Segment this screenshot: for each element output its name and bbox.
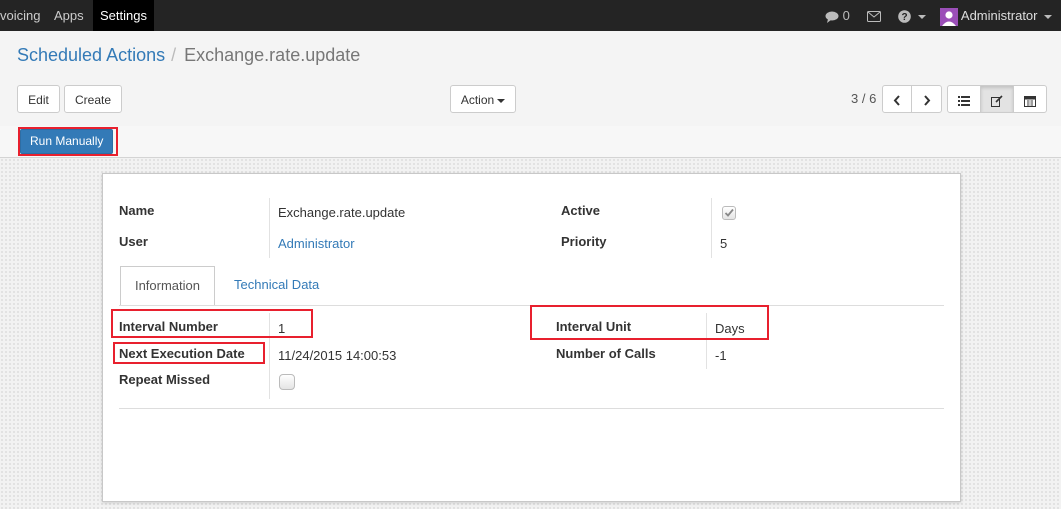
- priority-label: Priority: [561, 234, 607, 249]
- top-menu-bar: voicing Apps Settings 0 ? Administrator: [0, 0, 1061, 31]
- number-of-calls-label: Number of Calls: [556, 346, 656, 361]
- form-view-button[interactable]: [980, 85, 1014, 113]
- list-icon: [958, 93, 970, 107]
- tab-information[interactable]: Information: [120, 266, 215, 306]
- breadcrumb-scheduled-actions[interactable]: Scheduled Actions: [17, 45, 165, 65]
- tab-technical-data[interactable]: Technical Data: [234, 266, 319, 306]
- chevron-left-icon: [893, 93, 901, 107]
- section-divider: [119, 408, 944, 409]
- svg-text:?: ?: [901, 12, 907, 23]
- chevron-down-icon: [917, 14, 926, 19]
- help-menu[interactable]: ?: [898, 0, 926, 31]
- edit-button[interactable]: Edit: [17, 85, 60, 113]
- next-execution-date-value: 11/24/2015 14:00:53: [278, 348, 397, 363]
- menu-item-settings[interactable]: Settings: [93, 0, 154, 31]
- mail-icon[interactable]: [867, 0, 881, 31]
- action-dropdown[interactable]: Action: [450, 85, 516, 113]
- highlight-next-execution-date: [113, 342, 265, 364]
- menu-item-apps[interactable]: Apps: [54, 0, 84, 31]
- breadcrumb: Scheduled Actions / Exchange.rate.update: [17, 45, 360, 66]
- chevron-down-icon: [497, 98, 506, 103]
- number-of-calls-value: -1: [715, 348, 727, 363]
- messages-count: 0: [842, 8, 850, 23]
- priority-value: 5: [720, 236, 728, 251]
- chat-icon: [825, 8, 843, 23]
- menu-item-invoicing[interactable]: voicing: [0, 0, 40, 31]
- list-view-button[interactable]: [947, 85, 981, 113]
- field-divider: [269, 198, 270, 258]
- pager-previous-button[interactable]: [882, 85, 912, 113]
- status-bar: Run Manually: [0, 126, 1061, 158]
- action-label: Action: [460, 93, 495, 107]
- name-value: Exchange.rate.update: [278, 205, 406, 220]
- user-name: Administrator: [960, 8, 1038, 23]
- calendar-view-button[interactable]: [1013, 85, 1047, 113]
- field-divider: [711, 198, 712, 258]
- pager-next-button[interactable]: [911, 85, 942, 113]
- edit-icon: [991, 93, 1003, 107]
- messages-button[interactable]: 0: [825, 0, 850, 31]
- chevron-right-icon: [923, 93, 931, 107]
- user-label: User: [119, 234, 148, 249]
- highlight-run-manually: [18, 127, 118, 156]
- user-value[interactable]: Administrator: [278, 236, 355, 251]
- breadcrumb-current: Exchange.rate.update: [184, 45, 361, 65]
- create-button[interactable]: Create: [64, 85, 122, 113]
- avatar: [940, 7, 961, 26]
- active-label: Active: [561, 203, 601, 218]
- user-menu[interactable]: Administrator: [940, 0, 1053, 31]
- highlight-interval-unit: [530, 305, 769, 340]
- repeat-missed-checkbox[interactable]: [279, 374, 295, 390]
- control-panel: Scheduled Actions / Exchange.rate.update E…: [0, 31, 1061, 127]
- highlight-interval-number: [111, 309, 313, 338]
- question-icon: ?: [898, 8, 915, 23]
- breadcrumb-separator: /: [171, 45, 177, 65]
- chevron-down-icon: [1044, 14, 1053, 19]
- repeat-missed-label: Repeat Missed: [119, 372, 211, 387]
- active-checkbox[interactable]: [722, 206, 736, 220]
- name-label: Name: [119, 203, 155, 218]
- pager-value[interactable]: 3 / 6: [851, 91, 876, 106]
- calendar-icon: [1024, 93, 1036, 107]
